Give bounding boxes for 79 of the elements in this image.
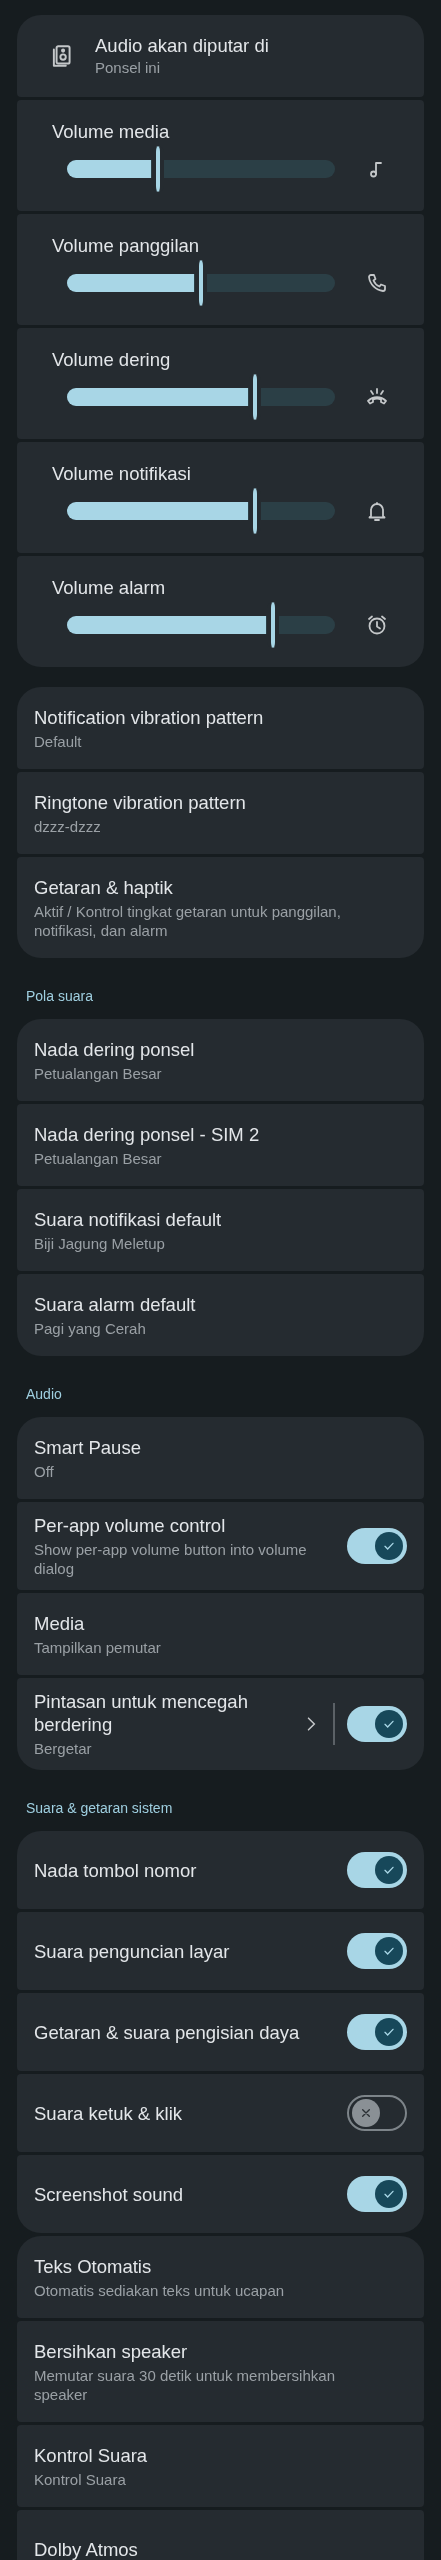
settings-item[interactable]: Per-app volume control Show per-app volume button into volume dialog [17,1502,424,1590]
toggle-switch[interactable] [347,2095,407,2131]
toggle-switch[interactable] [347,1933,407,1969]
settings-item[interactable]: Suara alarm default Pagi yang Cerah [17,1274,424,1356]
settings-item[interactable]: Bersihkan speaker Memutar suara 30 detik untuk membersihkan speaker [17,2321,424,2422]
item-title: Suara penguncian layar [34,1939,231,1963]
item-title: Nada dering ponsel - SIM 2 [34,1122,261,1146]
alarm-clock-icon [365,613,389,637]
item-title: Suara ketuk & klik [34,2101,184,2125]
section-header: Pola suara [25,987,94,1006]
item-title: Ringtone vibration pattern [34,790,247,814]
item-subtitle: Memutar suara 30 detik untuk membersihkan speaker [34,2365,336,2404]
toggle-switch[interactable] [347,2014,407,2050]
item-subtitle: Aktif / Kontrol tingkat getaran untuk panggilan, notifikasi, dan alarm [34,901,342,940]
volume-slider[interactable] [67,374,335,420]
volume-slider[interactable] [67,488,335,534]
item-title: Teks Otomatis [34,2254,153,2278]
item-subtitle: Pagi yang Cerah [34,1318,147,1338]
volume-slider[interactable] [67,602,335,648]
settings-item[interactable]: Nada tombol nomor [17,1831,424,1909]
item-subtitle: Tampilkan pemutar [34,1637,162,1657]
item-title: Notification vibration pattern [34,705,265,729]
settings-item[interactable]: Screenshot sound [17,2155,424,2233]
item-title: Pintasan untuk mencegah berdering [34,1690,249,1736]
item-subtitle: Bergetar [34,1739,93,1758]
volume-label: Volume dering [52,348,171,372]
item-title: Suara notifikasi default [34,1207,223,1231]
phone-icon [365,271,389,295]
item-subtitle: Show per-app volume button into volume dialog [34,1540,308,1578]
item-title: Getaran & suara pengisian daya [34,2020,301,2044]
item-subtitle: Kontrol Suara [34,2469,127,2489]
settings-item[interactable]: Nada dering ponsel - SIM 2 Petualangan Besar [17,1104,424,1186]
card-title: Audio akan diputar di [95,34,269,58]
item-subtitle: Off [34,1461,55,1481]
toggle-switch[interactable] [347,2176,407,2212]
item-title: Nada dering ponsel [34,1037,196,1061]
settings-item[interactable]: Getaran & haptik Aktif / Kontrol tingkat getaran untuk panggilan, notifikasi, dan alarm [17,857,424,958]
item-title: Dolby Atmos [34,2537,139,2560]
toggle-switch[interactable] [347,1706,407,1742]
volume-label: Volume notifikasi [52,462,191,486]
volume-slider[interactable] [67,146,335,192]
card-subtitle: Ponsel ini [95,58,162,78]
settings-item[interactable]: Dolby Atmos [17,2510,424,2560]
volume-label: Volume alarm [52,576,166,600]
item-title: Bersihkan speaker [34,2339,189,2363]
item-subtitle: dzzz-dzzz [34,816,102,836]
settings-item[interactable]: Media Tampilkan pemutar [17,1593,424,1675]
item-title: Per-app volume control [34,1514,227,1537]
item-subtitle: Petualangan Besar [34,1148,163,1168]
section-header: Suara & getaran sistem [25,1799,174,1818]
settings-item[interactable]: Teks Otomatis Otomatis sediakan teks untuk ucapan [17,2236,424,2318]
settings-item[interactable]: Suara notifikasi default Biji Jagung Meletup [17,1189,424,1271]
volume-label: Volume panggilan [52,234,200,258]
settings-item[interactable]: Suara ketuk & klik [17,2074,424,2152]
item-subtitle: Biji Jagung Meletup [34,1233,166,1253]
item-title: Getaran & haptik [34,875,174,899]
item-subtitle: Otomatis sediakan teks untuk ucapan [34,2280,286,2300]
item-title: Screenshot sound [34,2182,185,2206]
item-title: Media [34,1611,86,1635]
settings-item[interactable]: Smart Pause Off [17,1417,424,1499]
item-title: Kontrol Suara [34,2443,149,2467]
settings-item[interactable]: Notification vibration pattern Default [17,687,424,769]
settings-item[interactable]: Kontrol Suara Kontrol Suara [17,2425,424,2507]
item-subtitle: Default [34,731,83,751]
settings-item[interactable]: Ringtone vibration pattern dzzz-dzzz [17,772,424,854]
settings-item[interactable]: Getaran & suara pengisian daya [17,1993,424,2071]
volume-label: Volume media [52,120,170,144]
settings-item[interactable]: Pintasan untuk mencegah berdering Bergetar [17,1678,424,1770]
toggle-switch[interactable] [347,1528,407,1564]
settings-item[interactable]: Suara penguncian layar [17,1912,424,1990]
toggle-switch[interactable] [347,1852,407,1888]
output-card[interactable]: Audio akan diputar di Ponsel ini [17,15,424,97]
section-header: Audio [25,1385,63,1404]
item-title: Smart Pause [34,1435,142,1459]
settings-item[interactable]: Nada dering ponsel Petualangan Besar [17,1019,424,1101]
item-subtitle: Petualangan Besar [34,1063,163,1083]
volume-slider[interactable] [67,260,335,306]
item-title: Nada tombol nomor [34,1858,198,1882]
item-title: Suara alarm default [34,1292,197,1316]
